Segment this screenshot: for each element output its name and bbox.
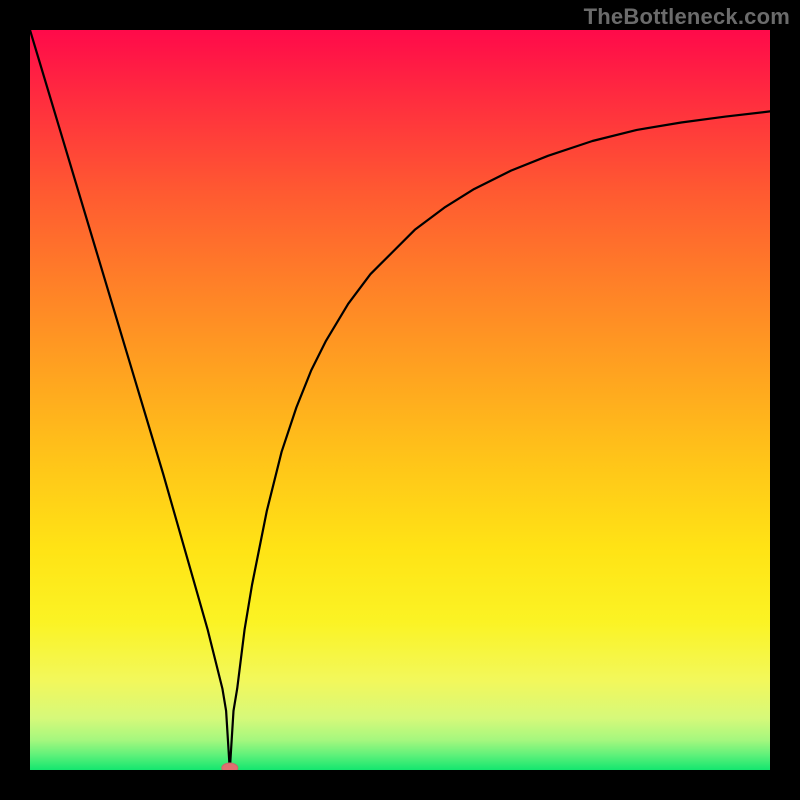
chart-frame: TheBottleneck.com xyxy=(0,0,800,800)
watermark-label: TheBottleneck.com xyxy=(584,4,790,30)
plot-gradient-background xyxy=(30,30,770,770)
